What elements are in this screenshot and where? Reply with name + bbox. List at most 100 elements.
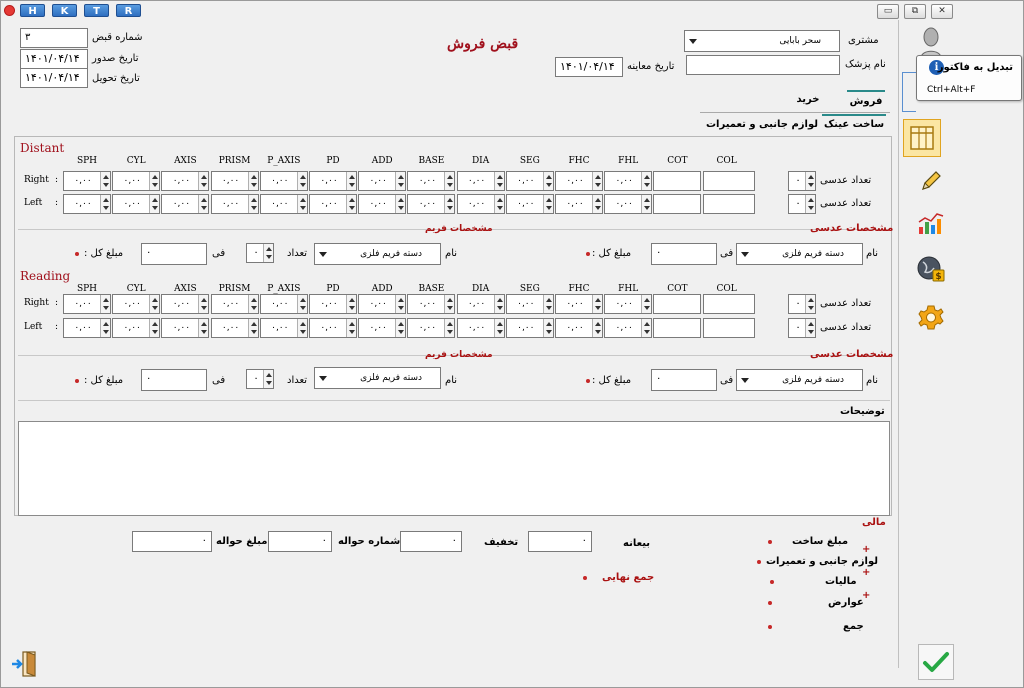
spin-arrows-icon[interactable]: [346, 195, 356, 213]
transfer-amount-field[interactable]: ۰: [132, 531, 212, 552]
tab-glasses-build[interactable]: ساخت عینک: [822, 114, 886, 134]
spin-arrows-icon[interactable]: [641, 295, 652, 313]
reading-right-cot-field[interactable]: [653, 294, 702, 314]
distant-right-p_axis-stepper[interactable]: ۰,۰۰: [259, 171, 308, 191]
distant-left-prism-stepper[interactable]: ۰,۰۰: [210, 194, 259, 214]
lang-button-k[interactable]: K: [52, 4, 77, 17]
reading-right-seg-stepper[interactable]: ۰,۰۰: [505, 294, 554, 314]
spin-arrows-icon[interactable]: [805, 195, 815, 213]
tab-accessories-repairs[interactable]: لوازم جانبی و تعمیرات: [706, 119, 818, 130]
settings-button[interactable]: [912, 299, 950, 337]
distant-left-axis-stepper[interactable]: ۰,۰۰: [161, 194, 210, 214]
reading-right-axis-stepper[interactable]: ۰,۰۰: [161, 294, 210, 314]
reading-frame-fee-field[interactable]: ۰: [141, 369, 207, 391]
reading-left-col-field[interactable]: [702, 318, 755, 338]
distant-frame-select[interactable]: دسته فریم فلزی: [314, 243, 441, 265]
distant-left-p_axis-stepper[interactable]: ۰,۰۰: [259, 194, 308, 214]
spin-arrows-icon[interactable]: [296, 295, 307, 313]
spin-arrows-icon[interactable]: [493, 319, 504, 337]
convert-to-invoice-button[interactable]: [903, 119, 941, 157]
spin-arrows-icon[interactable]: [149, 295, 160, 313]
spin-arrows-icon[interactable]: [346, 295, 356, 313]
spin-arrows-icon[interactable]: [444, 172, 455, 190]
confirm-button[interactable]: [918, 644, 954, 680]
spin-arrows-icon[interactable]: [263, 244, 273, 262]
customer-select[interactable]: سحر بابایی: [684, 30, 840, 52]
spin-arrows-icon[interactable]: [805, 295, 815, 313]
reading-left-seg-stepper[interactable]: ۰,۰۰: [505, 318, 554, 338]
distant-left-cyl-stepper[interactable]: ۰,۰۰: [112, 194, 161, 214]
distant-left-fhc-stepper[interactable]: ۰,۰۰: [555, 194, 603, 214]
spin-arrows-icon[interactable]: [247, 319, 258, 337]
spin-arrows-icon[interactable]: [805, 172, 815, 190]
reading-lens-fee-field[interactable]: ۰: [651, 369, 717, 391]
spin-arrows-icon[interactable]: [493, 195, 504, 213]
reading-left-sph-stepper[interactable]: ۰,۰۰: [63, 318, 111, 338]
spin-arrows-icon[interactable]: [198, 319, 209, 337]
distant-right-seg-stepper[interactable]: ۰,۰۰: [505, 171, 554, 191]
spin-arrows-icon[interactable]: [198, 195, 209, 213]
distant-left-pd-stepper[interactable]: ۰,۰۰: [309, 194, 357, 214]
edit-button[interactable]: [912, 162, 950, 200]
close-button[interactable]: ✕: [931, 4, 953, 19]
spin-arrows-icon[interactable]: [395, 195, 406, 213]
distant-left-fhl-stepper[interactable]: ۰,۰۰: [604, 194, 653, 214]
spin-arrows-icon[interactable]: [247, 195, 258, 213]
spin-arrows-icon[interactable]: [493, 172, 504, 190]
deposit-field[interactable]: ۰: [528, 531, 592, 552]
distant-right-add-stepper[interactable]: ۰,۰۰: [358, 171, 407, 191]
distant-right-lens-count-stepper[interactable]: ۰: [788, 171, 816, 191]
spin-arrows-icon[interactable]: [100, 319, 110, 337]
distant-frame-count-stepper[interactable]: ۰: [246, 243, 274, 263]
reading-left-cot-field[interactable]: [653, 318, 702, 338]
spin-arrows-icon[interactable]: [444, 195, 455, 213]
reading-left-base-stepper[interactable]: ۰,۰۰: [407, 318, 456, 338]
spin-arrows-icon[interactable]: [542, 172, 553, 190]
spin-arrows-icon[interactable]: [444, 295, 455, 313]
spin-arrows-icon[interactable]: [805, 319, 815, 337]
report-button[interactable]: [912, 204, 950, 242]
distant-right-pd-stepper[interactable]: ۰,۰۰: [309, 171, 357, 191]
distant-right-base-stepper[interactable]: ۰,۰۰: [407, 171, 456, 191]
spin-arrows-icon[interactable]: [346, 319, 356, 337]
reading-right-cyl-stepper[interactable]: ۰,۰۰: [112, 294, 161, 314]
spin-arrows-icon[interactable]: [247, 295, 258, 313]
reading-right-add-stepper[interactable]: ۰,۰۰: [358, 294, 407, 314]
distant-right-cyl-stepper[interactable]: ۰,۰۰: [112, 171, 161, 191]
spin-arrows-icon[interactable]: [444, 319, 455, 337]
reading-left-fhc-stepper[interactable]: ۰,۰۰: [555, 318, 603, 338]
receipt-number-field[interactable]: ۳: [20, 28, 88, 48]
transfer-number-field[interactable]: ۰: [268, 531, 332, 552]
reading-left-dia-stepper[interactable]: ۰,۰۰: [456, 318, 505, 338]
distant-left-cot-field[interactable]: [653, 194, 702, 214]
tab-purchase[interactable]: خرید: [788, 94, 828, 105]
distant-lens-fee-field[interactable]: ۰: [651, 243, 717, 265]
lang-button-h[interactable]: H: [20, 4, 45, 17]
distant-right-fhc-stepper[interactable]: ۰,۰۰: [555, 171, 603, 191]
spin-arrows-icon[interactable]: [198, 172, 209, 190]
spin-arrows-icon[interactable]: [592, 295, 602, 313]
spin-arrows-icon[interactable]: [542, 195, 553, 213]
lang-button-t[interactable]: T: [84, 4, 109, 17]
discount-field[interactable]: ۰: [400, 531, 462, 552]
distant-left-dia-stepper[interactable]: ۰,۰۰: [456, 194, 505, 214]
reading-left-axis-stepper[interactable]: ۰,۰۰: [161, 318, 210, 338]
delivery-date-field[interactable]: ۱۴۰۱/۰۴/۱۴: [20, 68, 88, 88]
spin-arrows-icon[interactable]: [247, 172, 258, 190]
distant-right-dia-stepper[interactable]: ۰,۰۰: [456, 171, 505, 191]
distant-left-sph-stepper[interactable]: ۰,۰۰: [63, 194, 111, 214]
distant-frame-fee-field[interactable]: ۰: [141, 243, 207, 265]
spin-arrows-icon[interactable]: [149, 172, 160, 190]
reading-right-lens-count-stepper[interactable]: ۰: [788, 294, 816, 314]
distant-right-col-field[interactable]: [702, 171, 755, 191]
reading-left-prism-stepper[interactable]: ۰,۰۰: [210, 318, 259, 338]
spin-arrows-icon[interactable]: [641, 319, 652, 337]
restore-button[interactable]: ⧉: [904, 4, 926, 19]
spin-arrows-icon[interactable]: [641, 172, 652, 190]
reading-left-fhl-stepper[interactable]: ۰,۰۰: [604, 318, 653, 338]
tab-sales[interactable]: فروش: [847, 90, 885, 112]
exam-date-field[interactable]: ۱۴۰۱/۰۴/۱۴: [555, 57, 623, 77]
reading-right-dia-stepper[interactable]: ۰,۰۰: [456, 294, 505, 314]
reading-left-cyl-stepper[interactable]: ۰,۰۰: [112, 318, 161, 338]
distant-left-col-field[interactable]: [702, 194, 755, 214]
